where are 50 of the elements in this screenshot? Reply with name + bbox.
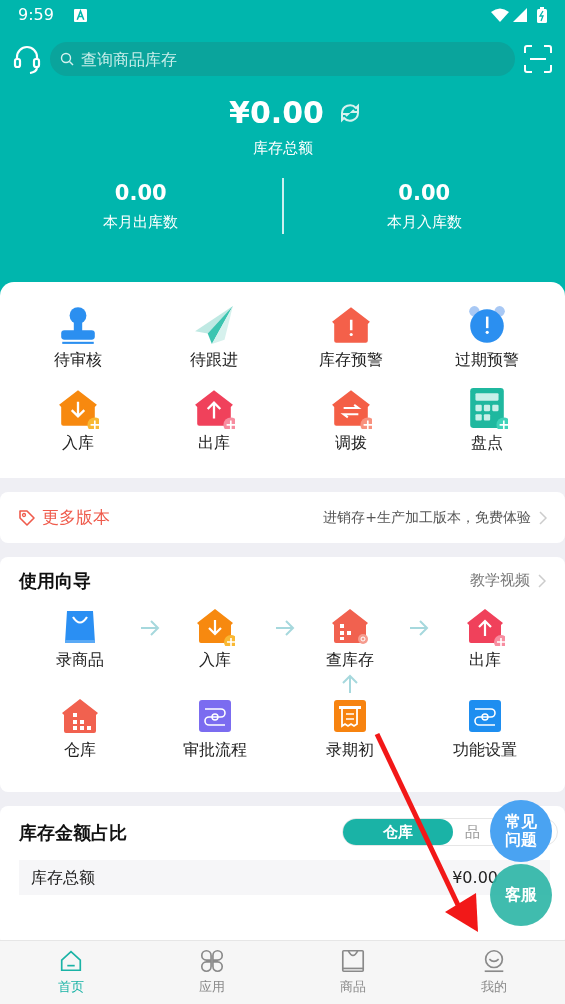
quick-action[interactable]: 调拨: [282, 379, 419, 462]
promo-text: 进销存+生产加工版本，免费体验: [323, 508, 531, 527]
section-title: 使用向导: [19, 569, 91, 593]
guide-step[interactable]: 录期初: [325, 696, 374, 762]
quick-action[interactable]: 待审核: [10, 296, 147, 379]
quick-action[interactable]: 库存预警: [282, 296, 419, 379]
chevron-icon: [538, 573, 546, 588]
guide-step[interactable]: 入库: [195, 606, 236, 672]
quick-action[interactable]: 出库: [146, 379, 283, 462]
right-arrow-icon: [274, 620, 295, 636]
guide-step[interactable]: 功能设置: [452, 696, 517, 762]
guide-step[interactable]: 审批流程: [183, 696, 248, 762]
promo-banner[interactable]: 更多版本 进销存+生产加工版本，免费体验: [0, 492, 565, 543]
battery-icon: [537, 7, 547, 23]
search-field[interactable]: 查询商品库存: [50, 42, 515, 76]
quick-action[interactable]: 过期预警: [418, 296, 555, 379]
guide-step[interactable]: 录商品: [56, 606, 105, 672]
right-arrow-icon: [139, 620, 160, 636]
wifi-icon: [491, 8, 509, 22]
quick-action[interactable]: 待跟进: [146, 296, 283, 379]
search-icon: [60, 52, 74, 66]
stat-label: 本月入库数: [386, 212, 462, 233]
app-notification-icon: [73, 8, 87, 22]
guide-step[interactable]: 仓库: [60, 696, 101, 762]
row-label: 库存总额: [31, 866, 95, 889]
stat-value: 0.00: [398, 179, 451, 207]
bag-icon: [340, 948, 367, 975]
total-label: 库存总额: [252, 138, 313, 159]
quick-action[interactable]: 入库: [10, 379, 147, 462]
stat-value: 0.00: [114, 179, 167, 207]
paper-plane-icon: [193, 303, 236, 346]
section-title: 库存金额占比: [19, 820, 127, 845]
tag-icon: [18, 508, 36, 527]
tutorial-video-link[interactable]: 教学视频: [470, 569, 530, 592]
total-amount: ¥0.00: [229, 94, 324, 132]
four-petal-icon: [198, 948, 225, 975]
promo-title: 更多版本: [42, 505, 110, 529]
guide-step[interactable]: 查库存: [325, 606, 374, 672]
house-grid-icon: [60, 696, 101, 736]
chevron-icon: [539, 510, 547, 525]
status-time: 9:59: [18, 4, 54, 26]
headset-icon[interactable]: [12, 44, 42, 74]
scan-icon[interactable]: [523, 44, 553, 74]
signal-icon: [513, 8, 527, 22]
house-down-arrow-icon: [195, 606, 236, 646]
quick-action[interactable]: 盘点: [418, 379, 555, 462]
guide-step[interactable]: 出库: [464, 606, 505, 672]
stat-label: 本月出库数: [103, 212, 179, 233]
up-arrow-icon: [340, 674, 359, 694]
right-arrow-icon: [409, 620, 430, 636]
